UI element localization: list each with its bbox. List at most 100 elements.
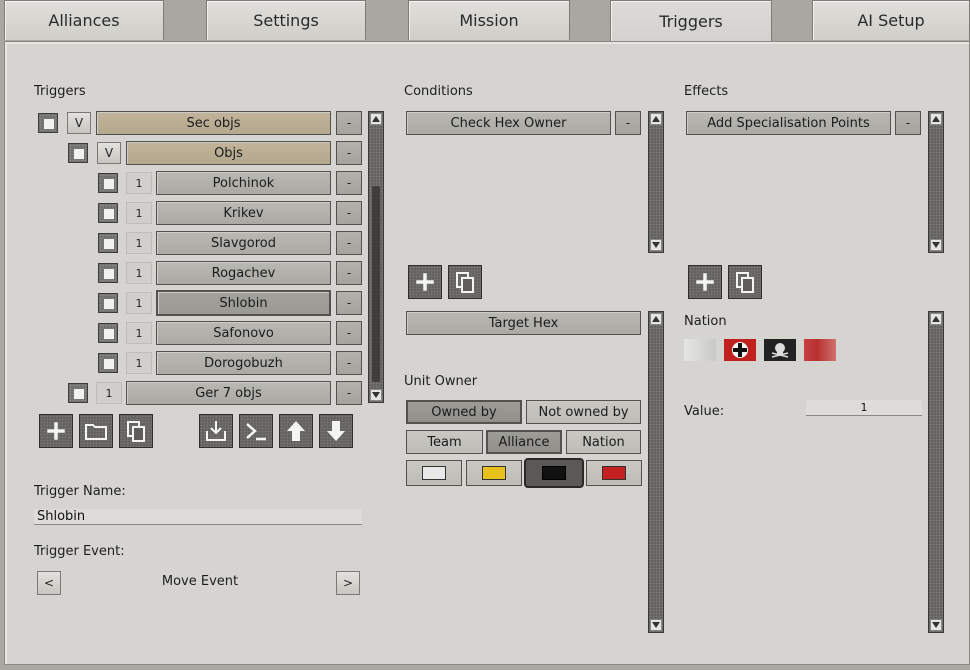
move-up-button[interactable]	[279, 414, 313, 448]
trigger-remove-button[interactable]: -	[336, 321, 362, 345]
trigger-checkbox[interactable]	[98, 263, 118, 283]
condition-remove-button[interactable]: -	[615, 111, 641, 135]
trigger-toggle-button[interactable]: V	[97, 142, 121, 164]
add-trigger-button[interactable]	[39, 414, 73, 448]
scrollbar-thumb[interactable]	[372, 186, 380, 382]
trigger-row-button[interactable]: Krikev	[156, 201, 331, 225]
trigger-remove-button[interactable]: -	[336, 111, 362, 135]
trigger-count: 1	[126, 262, 152, 284]
duplicate-condition-button[interactable]	[448, 265, 482, 299]
scroll-down-arrow-icon[interactable]	[930, 239, 942, 251]
trigger-remove-button[interactable]: -	[336, 261, 362, 285]
conditions-scrollbar[interactable]	[648, 111, 664, 253]
trigger-row-button[interactable]: Sec objs	[96, 111, 331, 135]
alliance-toggle[interactable]: Alliance	[486, 430, 562, 454]
trigger-checkbox[interactable]	[98, 203, 118, 223]
nation-flag-red[interactable]	[804, 339, 836, 361]
trigger-row-button[interactable]: Dorogobuzh	[156, 351, 331, 375]
scroll-up-arrow-icon[interactable]	[930, 113, 942, 125]
trigger-remove-button[interactable]: -	[336, 381, 362, 405]
condition-row-button[interactable]: Check Hex Owner	[406, 111, 611, 135]
add-effect-button[interactable]	[688, 265, 722, 299]
value-label: Value:	[684, 404, 725, 419]
trigger-row-button[interactable]: Ger 7 objs	[126, 381, 331, 405]
tab-triggers[interactable]: Triggers	[610, 0, 772, 42]
unit-owner-label: Unit Owner	[404, 374, 478, 389]
trigger-checkbox[interactable]	[68, 143, 88, 163]
value-input[interactable]: 1	[806, 400, 922, 416]
trigger-row-button[interactable]: Polchinok	[156, 171, 331, 195]
console-button[interactable]	[239, 414, 273, 448]
trigger-remove-button[interactable]: -	[336, 231, 362, 255]
nation-flag-ss[interactable]	[764, 339, 796, 361]
trigger-checkbox[interactable]	[38, 113, 58, 133]
tab-mission[interactable]: Mission	[408, 0, 570, 40]
plus-icon	[46, 421, 66, 441]
nation-flag-german[interactable]	[724, 339, 756, 361]
move-down-button[interactable]	[319, 414, 353, 448]
trigger-count: 1	[126, 352, 152, 374]
triggers-scrollbar[interactable]	[368, 111, 384, 403]
effect-row-button[interactable]: Add Specialisation Points	[686, 111, 891, 135]
duplicate-trigger-button[interactable]	[119, 414, 153, 448]
owned-by-toggle[interactable]: Owned by	[406, 400, 522, 424]
trigger-name-input[interactable]: Shlobin	[34, 509, 362, 525]
conditions-heading: Conditions	[404, 84, 473, 99]
trigger-remove-button[interactable]: -	[336, 141, 362, 165]
scroll-down-arrow-icon[interactable]	[930, 619, 942, 631]
scroll-up-arrow-icon[interactable]	[370, 113, 382, 125]
trigger-row-button[interactable]: Objs	[126, 141, 331, 165]
trigger-count: 1	[126, 232, 152, 254]
trigger-remove-button[interactable]: -	[336, 201, 362, 225]
trigger-checkbox[interactable]	[98, 353, 118, 373]
scroll-up-arrow-icon[interactable]	[650, 113, 662, 125]
add-folder-button[interactable]	[79, 414, 113, 448]
trigger-checkbox[interactable]	[68, 383, 88, 403]
trigger-checkbox[interactable]	[98, 233, 118, 253]
duplicate-effect-button[interactable]	[728, 265, 762, 299]
scroll-up-arrow-icon[interactable]	[930, 313, 942, 325]
trigger-row-button[interactable]: Slavgorod	[156, 231, 331, 255]
trigger-checkbox[interactable]	[98, 323, 118, 343]
effect-remove-button[interactable]: -	[895, 111, 921, 135]
trigger-remove-button[interactable]: -	[336, 291, 362, 315]
terminal-icon	[246, 423, 266, 441]
skull-icon	[771, 343, 789, 358]
trigger-checkbox[interactable]	[98, 293, 118, 313]
color-swatch-black	[542, 466, 566, 480]
color-black-button[interactable]	[524, 458, 584, 488]
trigger-remove-button[interactable]: -	[336, 171, 362, 195]
trigger-row-button-selected[interactable]: Shlobin	[156, 290, 331, 316]
color-white-button[interactable]	[406, 460, 462, 486]
scroll-down-arrow-icon[interactable]	[370, 389, 382, 401]
color-red-button[interactable]	[586, 460, 642, 486]
trigger-toggle-button[interactable]: V	[67, 112, 91, 134]
color-yellow-button[interactable]	[466, 460, 522, 486]
nation-flag-white[interactable]	[684, 339, 716, 361]
tab-settings[interactable]: Settings	[206, 0, 366, 40]
effects-scrollbar[interactable]	[928, 111, 944, 253]
scroll-down-arrow-icon[interactable]	[650, 239, 662, 251]
trigger-remove-button[interactable]: -	[336, 351, 362, 375]
condition-details-scrollbar[interactable]	[648, 311, 664, 633]
event-prev-button[interactable]: <	[37, 571, 61, 595]
not-owned-by-toggle[interactable]: Not owned by	[526, 400, 641, 424]
trigger-row-button[interactable]: Safonovo	[156, 321, 331, 345]
team-toggle[interactable]: Team	[406, 430, 483, 454]
trigger-checkbox[interactable]	[98, 173, 118, 193]
add-condition-button[interactable]	[408, 265, 442, 299]
event-next-button[interactable]: >	[336, 571, 360, 595]
effect-details-scrollbar[interactable]	[928, 311, 944, 633]
tab-alliances[interactable]: Alliances	[4, 0, 164, 40]
import-button[interactable]	[199, 414, 233, 448]
scroll-down-arrow-icon[interactable]	[650, 619, 662, 631]
scroll-up-arrow-icon[interactable]	[650, 313, 662, 325]
arrow-up-icon	[287, 421, 305, 441]
trigger-count: 1	[126, 292, 152, 314]
tab-ai-setup[interactable]: AI Setup	[812, 0, 970, 40]
trigger-event-label: Trigger Event:	[34, 544, 125, 559]
trigger-name-label: Trigger Name:	[34, 484, 126, 499]
trigger-row-button[interactable]: Rogachev	[156, 261, 331, 285]
target-hex-button[interactable]: Target Hex	[406, 311, 641, 335]
nation-toggle[interactable]: Nation	[566, 430, 641, 454]
